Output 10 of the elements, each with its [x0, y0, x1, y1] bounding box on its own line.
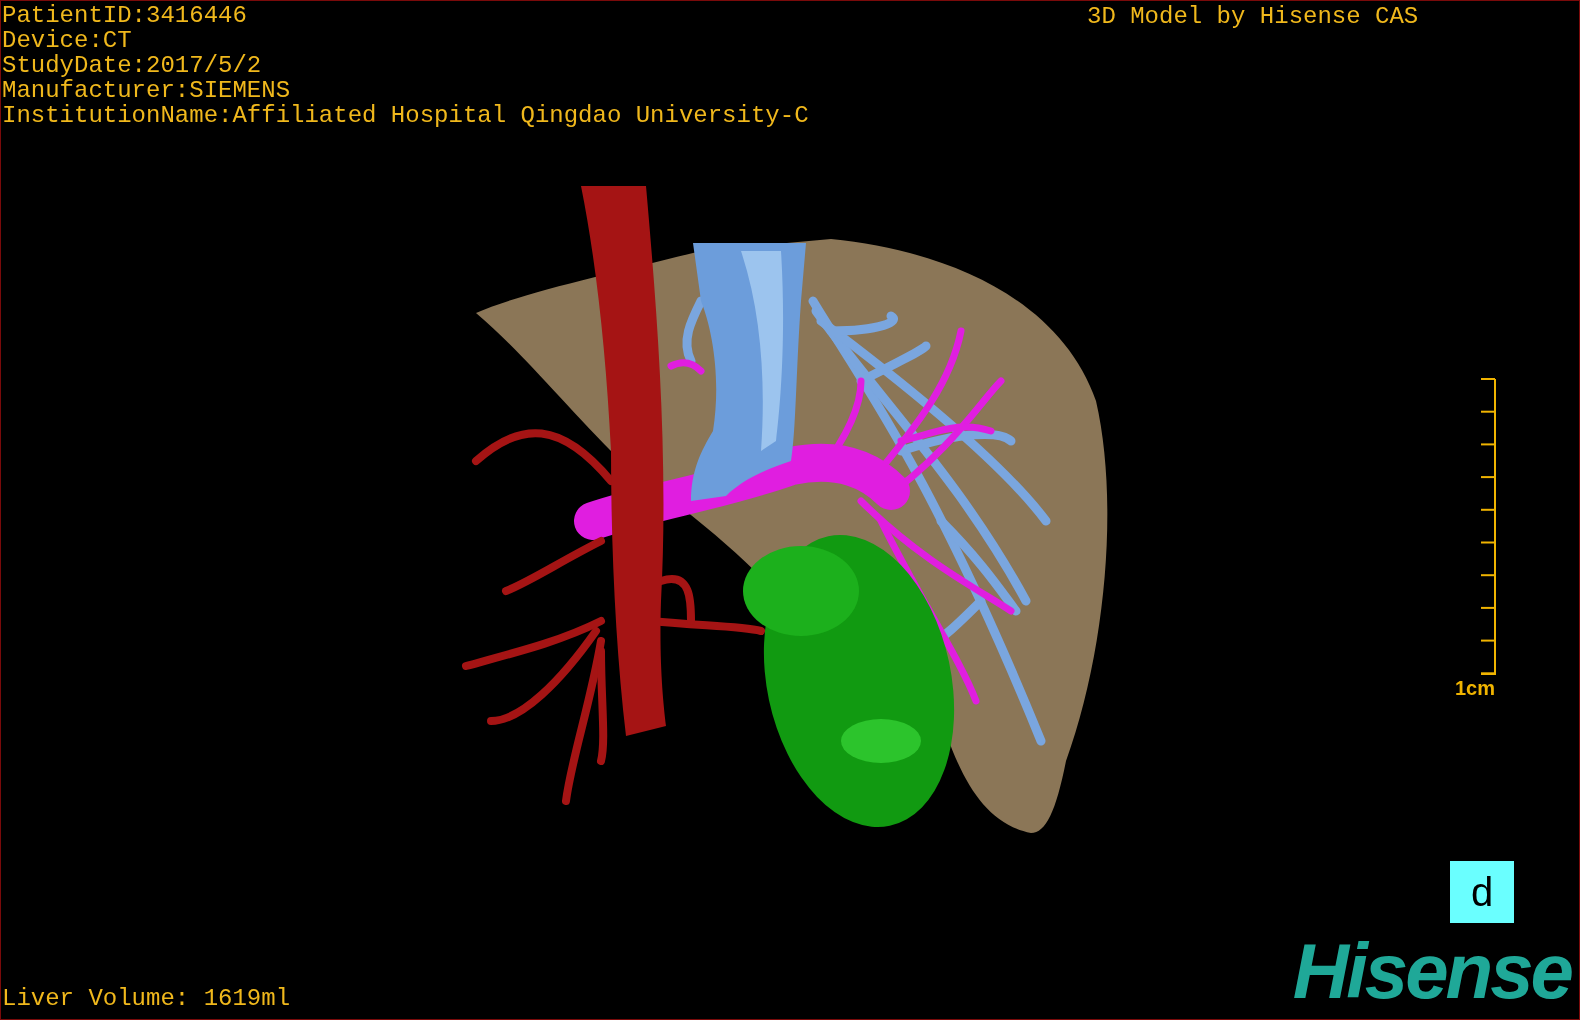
brand-logo: Hisense — [1292, 931, 1571, 1011]
orientation-marker: d — [1450, 861, 1514, 923]
patient-info-text: Manufacturer:SIEMENS — [2, 78, 292, 103]
patient-info-text: Device:CT — [2, 28, 133, 53]
model-credit-text: 3D Model by Hisense CAS — [1087, 4, 1419, 29]
patient-info-text: StudyDate:2017/5/2 — [2, 53, 263, 78]
liver-volume-text: Liver Volume: 1619ml — [2, 986, 291, 1011]
patient-info-text: InstitutionName:Affiliated Hospital Qingdao University-C — [2, 103, 809, 128]
patient-info-text: PatientID:3416446 — [2, 3, 248, 28]
scale-label: 1cm — [1455, 677, 1496, 700]
